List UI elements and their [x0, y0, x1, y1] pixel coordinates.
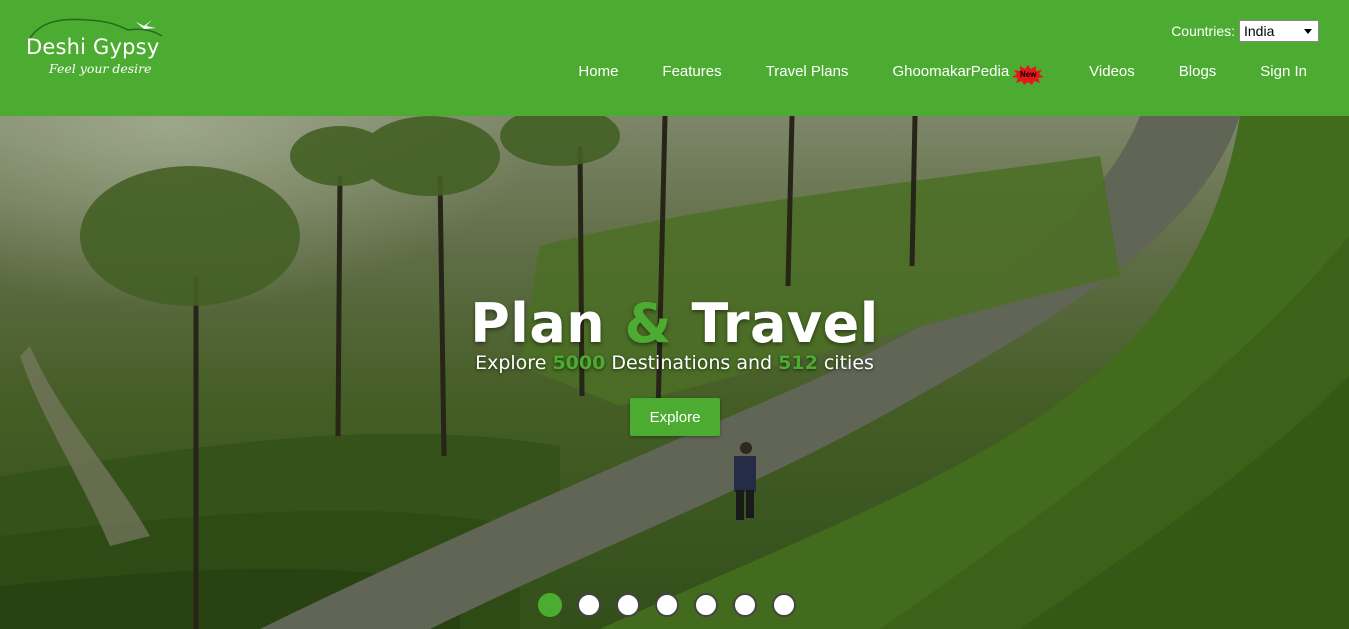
- bird-icon: [136, 20, 156, 29]
- nav-ghoomakarpedia-label: GhoomakarPedia: [892, 63, 1010, 80]
- new-badge: New: [1011, 64, 1045, 86]
- carousel-dot-6[interactable]: [733, 593, 757, 617]
- hero-subtitle: Explore 5000 Destinations and 512 cities: [0, 352, 1349, 374]
- sub-suffix: cities: [823, 352, 874, 374]
- nav-sign-in[interactable]: Sign In: [1260, 62, 1307, 82]
- cities-count: 512: [778, 352, 818, 374]
- carousel-dot-2[interactable]: [577, 593, 601, 617]
- nav-home[interactable]: Home: [578, 62, 618, 82]
- carousel-dot-1[interactable]: [538, 593, 562, 617]
- dropdown-arrow-icon: [1304, 28, 1312, 34]
- explore-button[interactable]: Explore: [630, 398, 720, 436]
- brand-tagline: Feel your desire: [49, 61, 152, 76]
- nav-features[interactable]: Features: [662, 62, 721, 82]
- country-label: Countries:: [1171, 23, 1235, 39]
- main-nav: Home Features Travel Plans GhoomakarPedi…: [534, 62, 1307, 85]
- hero-title: Plan & Travel: [0, 292, 1349, 355]
- sub-middle: Destinations and: [611, 352, 773, 374]
- nav-videos[interactable]: Videos: [1089, 62, 1135, 82]
- hero-title-amp: &: [624, 292, 673, 355]
- site-header: Deshi Gypsy Feel your desire Countries: …: [0, 0, 1349, 116]
- nav-travel-plans[interactable]: Travel Plans: [766, 62, 849, 82]
- country-dropdown[interactable]: India: [1239, 20, 1319, 42]
- brand-name: Deshi Gypsy: [26, 35, 160, 59]
- logo[interactable]: Deshi Gypsy Feel your desire: [24, 16, 184, 80]
- carousel-dot-3[interactable]: [616, 593, 640, 617]
- new-badge-label: New: [1019, 70, 1037, 79]
- sub-prefix: Explore: [475, 352, 547, 374]
- country-selector: Countries: India: [1171, 20, 1319, 42]
- carousel-dot-7[interactable]: [772, 593, 796, 617]
- nav-ghoomakarpedia[interactable]: GhoomakarPedia New: [892, 62, 1045, 85]
- country-value: India: [1244, 23, 1275, 39]
- hero-title-travel: Travel: [691, 292, 879, 355]
- destinations-count: 5000: [552, 352, 606, 374]
- hero-title-plan: Plan: [470, 292, 606, 355]
- carousel-dot-5[interactable]: [694, 593, 718, 617]
- carousel-dots: [538, 593, 796, 617]
- carousel-dot-4[interactable]: [655, 593, 679, 617]
- hero-banner: Plan & Travel Explore 5000 Destinations …: [0, 116, 1349, 629]
- nav-blogs[interactable]: Blogs: [1179, 62, 1217, 82]
